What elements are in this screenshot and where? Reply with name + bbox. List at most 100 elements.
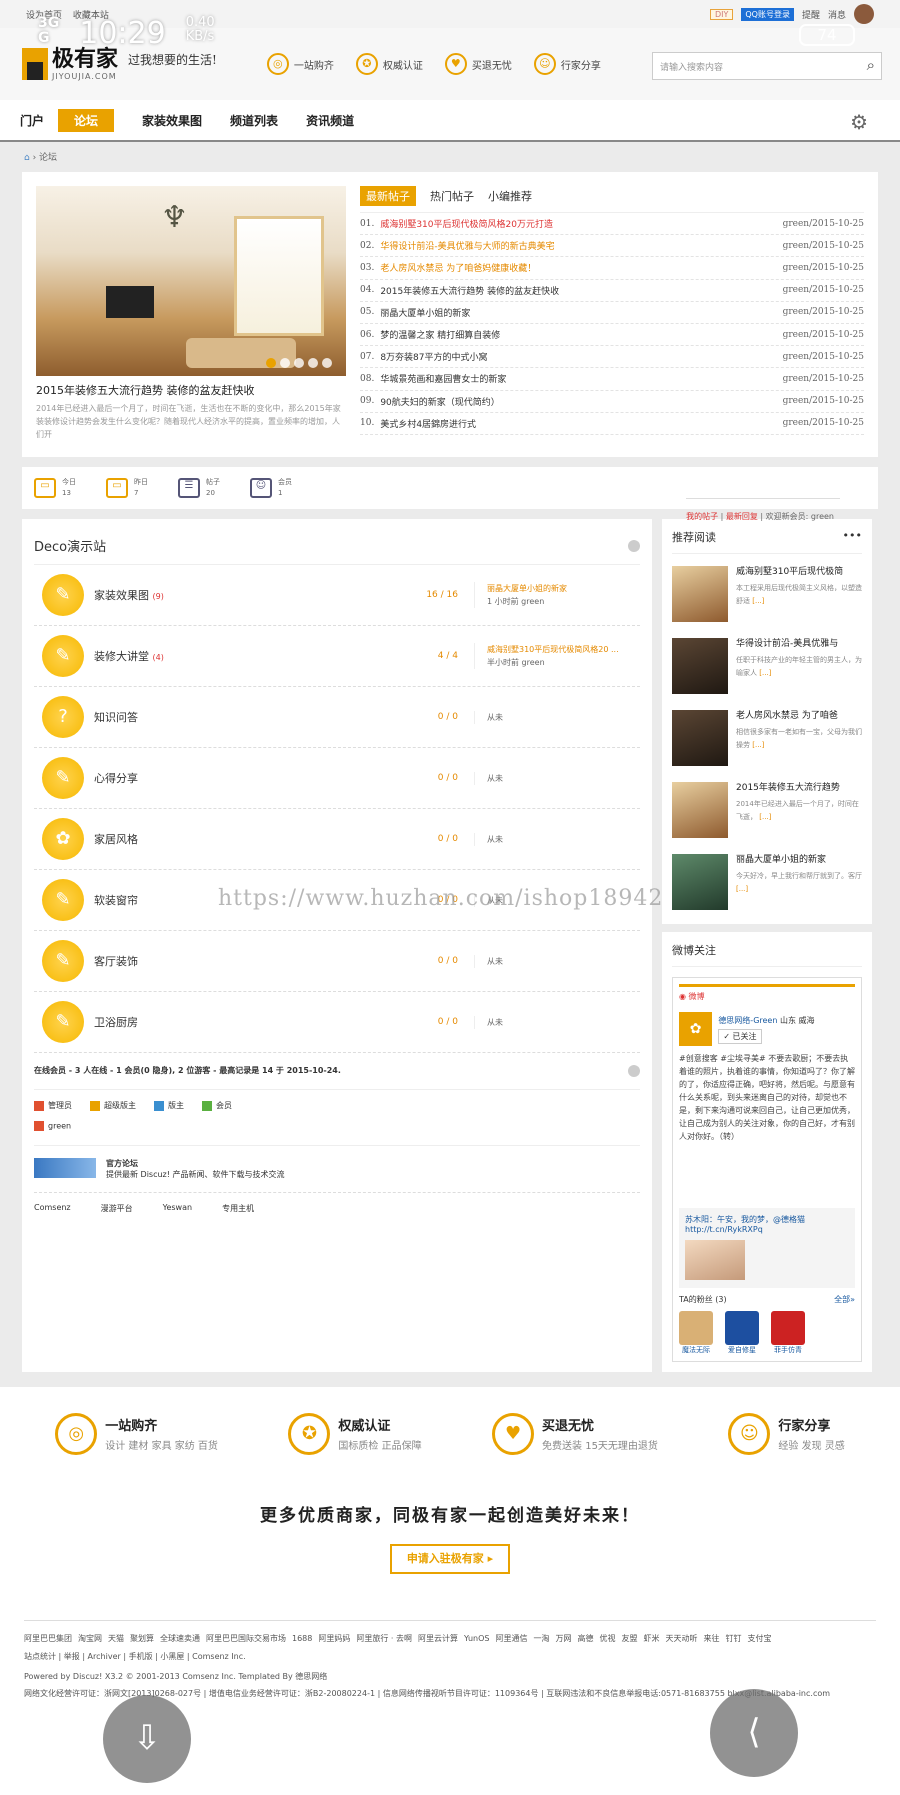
recommended-title[interactable]: 老人房风水禁忌 为了咱爸	[736, 710, 862, 722]
recommended-more[interactable]: [...]	[752, 741, 764, 749]
footer-link[interactable]: 天猫	[108, 1634, 124, 1643]
remind-link[interactable]: 提醒	[802, 8, 820, 21]
news-row[interactable]: 02. 华得设计前沿-美具优雅与大师的新古典美宅 green/2015-10-25	[360, 235, 864, 258]
feature-worry-free[interactable]: ♥ 买退无忧	[444, 53, 512, 75]
footer-link[interactable]: 支付宝	[747, 1634, 771, 1643]
tab-hot[interactable]: 热门帖子	[430, 188, 474, 204]
feature-certified[interactable]: ✪ 权威认证	[355, 53, 423, 75]
breadcrumb-current[interactable]: 论坛	[39, 153, 57, 163]
recommended-item[interactable]: 威海别墅310平后现代极简 本工程采用后现代极简主义风格，以塑造舒适 [...]	[672, 566, 862, 626]
recommended-item[interactable]: 丽晶大厦单小姐的新家 今天好冷，早上我行和帮厅就到了。客厅 [...]	[672, 854, 862, 914]
forum-board-row[interactable]: ✎ 卫浴厨房 0 / 0 从未	[34, 992, 640, 1053]
recommended-more[interactable]: [...]	[759, 669, 771, 677]
footer-link[interactable]: 阿里巴巴国际交易市场	[206, 1634, 286, 1643]
latest-replies-link[interactable]: 最新回复	[726, 512, 758, 521]
recommended-thumb[interactable]	[672, 566, 728, 622]
footer-link[interactable]: 全球速卖通	[160, 1634, 200, 1643]
board-name[interactable]: 家装效果图	[94, 589, 149, 602]
news-row[interactable]: 01. 威海别墅310平后现代极简风格20万元打造 green/2015-10-25	[360, 213, 864, 236]
board-last-title[interactable]: 丽晶大厦单小姐的新家	[487, 582, 567, 595]
weibo-avatar[interactable]: ✿	[679, 1012, 713, 1046]
board-icon[interactable]: ✎	[42, 940, 84, 982]
tab-latest[interactable]: 最新帖子	[360, 186, 416, 206]
footer-link[interactable]: 高德	[577, 1634, 593, 1643]
news-title[interactable]: 威海别墅310平后现代极简风格20万元打造	[380, 217, 782, 230]
news-row[interactable]: 07. 8万夯装87平方的中式小窝 green/2015-10-25	[360, 346, 864, 369]
recommended-thumb[interactable]	[672, 710, 728, 766]
slider-title[interactable]: 2015年装修五大流行趋势 装修的盆友赶快收	[36, 382, 346, 398]
board-icon[interactable]: ✎	[42, 574, 84, 616]
board-name[interactable]: 心得分享	[94, 772, 138, 785]
nav-portal[interactable]: 门户	[20, 109, 44, 132]
feature-share[interactable]: ☺ 行家分享	[533, 53, 601, 75]
footer-link[interactable]: 阿里云计算	[418, 1634, 458, 1643]
board-name[interactable]: 客厅装饰	[94, 955, 138, 968]
board-icon[interactable]: ✎	[42, 879, 84, 921]
slider-image[interactable]: ♆	[36, 186, 346, 376]
qq-login-button[interactable]: QQ账号登录	[741, 7, 794, 21]
nav-forum[interactable]: 论坛	[58, 108, 115, 132]
discuz-banner[interactable]	[34, 1158, 96, 1178]
recommended-item[interactable]: 华得设计前沿-美具优雅与 任职于科技产业的年轻主管的男主人，为喻家人 [...]	[672, 638, 862, 698]
diy-button[interactable]: DIY	[709, 8, 734, 20]
footer-link[interactable]: 优视	[599, 1634, 615, 1643]
collapse-icon[interactable]	[628, 539, 640, 552]
forum-board-row[interactable]: ✿ 家居风格 0 / 0 从未	[34, 809, 640, 870]
forum-board-row[interactable]: ✎ 客厅装饰 0 / 0 从未	[34, 931, 640, 992]
news-title[interactable]: 梦的温馨之家 精打细算自装修	[380, 328, 782, 341]
tab-editor[interactable]: 小编推荐	[488, 188, 532, 204]
weibo-quote[interactable]: 苏木阳：午安，我的梦，@德格猫 http://t.cn/RykRXPq	[679, 1208, 855, 1288]
search-icon[interactable]: ⌕	[867, 56, 875, 74]
recommended-title[interactable]: 华得设计前沿-美具优雅与	[736, 638, 862, 650]
board-name[interactable]: 软装窗帘	[94, 894, 138, 907]
news-title[interactable]: 老人房风水禁忌 为了咱爸妈健康收藏！	[380, 261, 782, 274]
fan-item[interactable]: 魔法无际	[679, 1311, 713, 1355]
site-logo[interactable]: 极有家 JIYOUJIA.COM	[22, 47, 118, 81]
slider-dots[interactable]	[266, 358, 332, 368]
board-icon[interactable]: ✎	[42, 757, 84, 799]
weibo-name[interactable]: 德思网络-Green	[718, 1016, 777, 1025]
footer-link[interactable]: 阿里通信	[495, 1634, 527, 1643]
gear-icon[interactable]: ⚙	[850, 110, 868, 134]
news-title[interactable]: 90航夫妇的新家（现代简约）	[380, 395, 782, 408]
forum-board-row[interactable]: ✎ 家装效果图 (9) 16 / 16 丽晶大厦单小姐的新家 1 小时前 green	[34, 565, 640, 626]
news-title[interactable]: 8万夯装87平方的中式小窝	[380, 350, 782, 363]
friend-link[interactable]: 专用主机	[222, 1203, 254, 1214]
recommended-thumb[interactable]	[672, 782, 728, 838]
board-icon[interactable]: ✿	[42, 818, 84, 860]
recommended-item[interactable]: 2015年装修五大流行趋势 2014年已经进入最后一个月了，时间在飞逝， [...…	[672, 782, 862, 842]
footer-link[interactable]: 淘宝网	[78, 1634, 102, 1643]
recommended-item[interactable]: 老人房风水禁忌 为了咱爸 相信很多家有一老如有一宝，父母为我们操劳 [...]	[672, 710, 862, 770]
news-row[interactable]: 03. 老人房风水禁忌 为了咱爸妈健康收藏！ green/2015-10-25	[360, 257, 864, 280]
news-title[interactable]: 2015年装修五大流行趋势 装修的盆友赶快收	[380, 284, 782, 297]
nav-channels[interactable]: 频道列表	[230, 109, 278, 132]
news-row[interactable]: 04. 2015年装修五大流行趋势 装修的盆友赶快收 green/2015-10-2…	[360, 280, 864, 302]
footer-link[interactable]: 一淘	[533, 1634, 549, 1643]
news-row[interactable]: 09. 90航夫妇的新家（现代简约） green/2015-10-25	[360, 391, 864, 413]
footer-link[interactable]: 阿里旅行 · 去啊	[356, 1634, 412, 1643]
board-icon[interactable]: ✎	[42, 1001, 84, 1043]
recommended-title[interactable]: 威海别墅310平后现代极简	[736, 566, 862, 578]
footer-link[interactable]: 1688	[292, 1634, 312, 1643]
fan-item[interactable]: 爱自修星	[725, 1311, 759, 1355]
home-icon[interactable]: ⌂	[24, 153, 30, 163]
recommended-title[interactable]: 2015年装修五大流行趋势	[736, 782, 862, 794]
online-user[interactable]: green	[34, 1121, 71, 1131]
footer-link[interactable]: 阿里巴巴集团	[24, 1634, 72, 1643]
recommended-thumb[interactable]	[672, 854, 728, 910]
footer-link[interactable]: 来往	[703, 1634, 719, 1643]
download-icon[interactable]: ⇩	[103, 1695, 191, 1783]
footer-link[interactable]: 聚划算	[130, 1634, 154, 1643]
news-title[interactable]: 丽晶大厦单小姐的新家	[380, 306, 782, 319]
footer-link[interactable]: 阿里妈妈	[318, 1634, 350, 1643]
board-icon[interactable]: ✎	[42, 635, 84, 677]
forum-board-row[interactable]: ✎ 装修大讲堂 (4) 4 / 4 威海别墅310平后现代极简风格20 ... 半小时前…	[34, 626, 640, 687]
partner-title[interactable]: 官方论坛	[106, 1159, 138, 1168]
nav-gallery[interactable]: 家装效果图	[142, 109, 202, 132]
footer-link[interactable]: 万网	[555, 1634, 571, 1643]
recommended-title[interactable]: 丽晶大厦单小姐的新家	[736, 854, 862, 866]
friend-link[interactable]: Comsenz	[34, 1203, 71, 1214]
share-icon[interactable]: ⟨	[710, 1689, 798, 1777]
board-name[interactable]: 知识问答	[94, 711, 138, 724]
board-name[interactable]: 家居风格	[94, 833, 138, 846]
